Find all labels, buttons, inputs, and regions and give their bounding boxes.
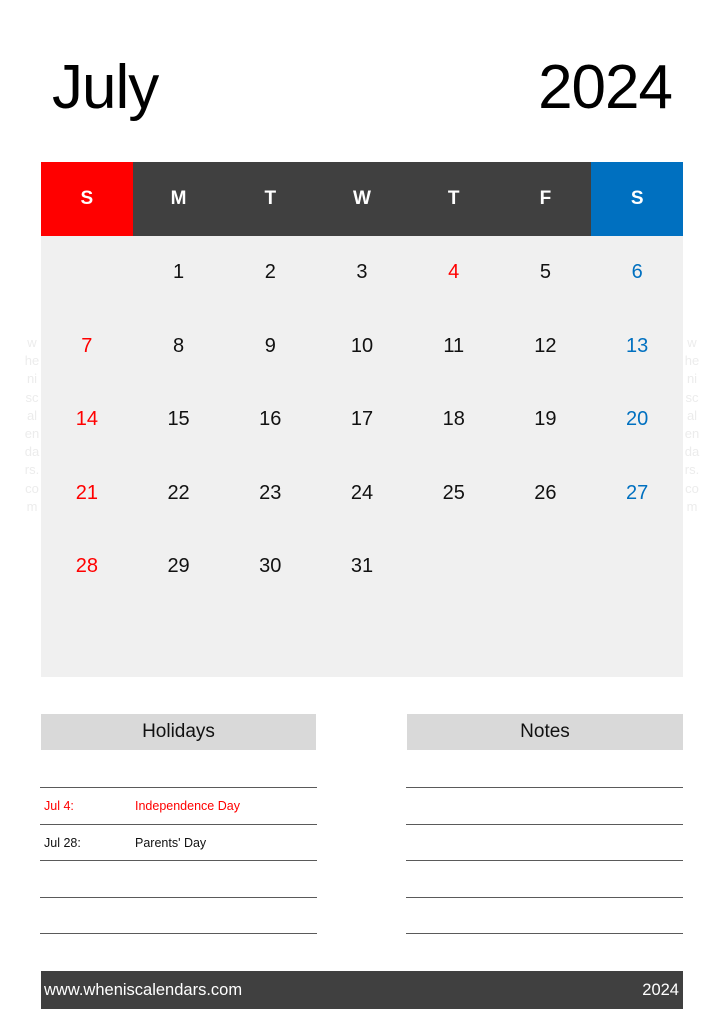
day-cell: 12 (534, 334, 557, 357)
holidays-line (40, 897, 317, 898)
day-cell: 23 (259, 481, 282, 504)
weekday-saturday: S (591, 162, 684, 236)
empty-day-cell (408, 530, 500, 604)
day-cell: 25 (442, 481, 465, 504)
day-cell: 21 (75, 481, 98, 504)
weekday-wednesday: W (316, 162, 408, 236)
empty-day-cell (41, 604, 133, 678)
notes-header: Notes (407, 714, 683, 750)
empty-day-cell (408, 604, 500, 678)
watermark-right: wheniscalendars.com (684, 335, 700, 514)
holiday-date: Jul 28: (44, 836, 81, 850)
calendar-grid: S M T W T F S 1 2 3 4 5 6 7 8 9 10 11 12 13 14 15 16 17 1… (41, 162, 684, 677)
weekday-thursday: T (407, 162, 500, 236)
empty-day-cell (316, 604, 408, 678)
day-cell: 29 (167, 555, 190, 578)
day-cell: 27 (626, 481, 649, 504)
year-title: 2024 (538, 53, 673, 122)
notes-line (406, 787, 683, 788)
day-cell: 28 (75, 555, 98, 578)
holiday-date: Jul 4: (44, 799, 74, 813)
calendar-days: 1 2 3 4 5 6 7 8 9 10 11 12 13 14 15 16 17 18 19 20 21 22 23 24 2… (41, 236, 683, 677)
day-cell: 3 (356, 261, 368, 284)
empty-day-cell (500, 604, 592, 678)
day-cell: 11 (443, 334, 465, 357)
holidays-header: Holidays (41, 714, 316, 750)
day-cell: 22 (167, 481, 190, 504)
day-cell: 6 (631, 261, 643, 284)
weekday-friday: F (499, 162, 592, 236)
holiday-item: Jul 28: Parents' Day (44, 825, 314, 861)
day-cell: 18 (442, 408, 465, 431)
empty-day-cell (591, 530, 683, 604)
empty-day-cell (41, 236, 133, 310)
footer-bar: www.wheniscalendars.com 2024 (41, 971, 683, 1009)
empty-day-cell (133, 604, 225, 678)
notes-line (406, 897, 683, 898)
day-cell: 4 (448, 261, 460, 284)
empty-day-cell (500, 530, 592, 604)
day-cell: 20 (626, 408, 649, 431)
day-cell: 7 (81, 334, 93, 357)
weekday-tuesday: T (224, 162, 317, 236)
day-cell: 19 (534, 408, 557, 431)
day-cell: 15 (167, 408, 190, 431)
day-cell: 31 (350, 555, 374, 578)
empty-day-cell (224, 604, 316, 678)
notes-line (406, 933, 683, 934)
day-cell: 30 (259, 555, 282, 578)
day-cell: 8 (173, 334, 185, 357)
holiday-name: Independence Day (135, 799, 240, 813)
empty-day-cell (591, 604, 683, 678)
weekday-monday: M (132, 162, 225, 236)
day-cell: 26 (534, 481, 557, 504)
day-cell: 1 (173, 261, 185, 284)
day-cell: 9 (264, 334, 276, 357)
day-cell: 16 (259, 408, 282, 431)
footer-year: 2024 (642, 980, 679, 999)
weekday-header-row: S M T W T F S (41, 162, 684, 236)
day-cell: 24 (350, 481, 374, 504)
watermark-left: wheniscalendars.com (24, 335, 40, 514)
day-cell: 13 (626, 334, 649, 357)
notes-line (406, 860, 683, 861)
holidays-line (40, 933, 317, 934)
day-cell: 5 (539, 261, 551, 284)
day-cell: 17 (350, 408, 374, 431)
holiday-item: Jul 4: Independence Day (44, 788, 314, 824)
day-cell: 14 (75, 408, 98, 431)
footer-website[interactable]: www.wheniscalendars.com (44, 981, 242, 1000)
day-cell: 10 (350, 334, 374, 357)
notes-line (406, 824, 683, 825)
weekday-sunday: S (41, 162, 133, 236)
month-title: July (52, 53, 159, 122)
day-cell: 2 (264, 261, 276, 284)
holiday-name: Parents' Day (135, 836, 207, 850)
